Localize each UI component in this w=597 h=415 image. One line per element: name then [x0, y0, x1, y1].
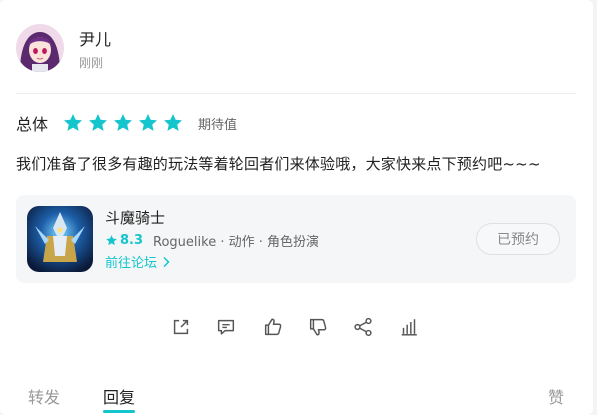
star-icon	[114, 114, 132, 131]
star-icon	[89, 114, 107, 131]
chevron-right-icon	[163, 256, 170, 267]
game-title[interactable]: 斗魔骑士	[105, 207, 165, 228]
game-meta: 8.3 Roguelike · 动作 · 角色扮演	[105, 231, 319, 250]
reserved-button[interactable]: 已预约	[476, 223, 560, 255]
star-icon	[164, 114, 182, 131]
tab-bar: 转发 回复 赞	[0, 381, 593, 415]
rating-row: 总体 期待值	[16, 111, 237, 135]
tab-like[interactable]: 赞	[548, 384, 564, 408]
divider	[16, 93, 576, 94]
forum-link-label: 前往论坛	[105, 256, 158, 271]
share-icon[interactable]	[170, 316, 192, 338]
rating-label: 总体	[16, 115, 49, 134]
game-tags: Roguelike · 动作 · 角色扮演	[153, 235, 320, 250]
star-icon	[64, 114, 82, 131]
rating-stars	[62, 112, 184, 134]
network-share-icon[interactable]	[352, 316, 374, 338]
forum-link[interactable]: 前往论坛	[105, 252, 171, 271]
game-card[interactable]: 斗魔骑士 8.3 Roguelike · 动作 · 角色扮演 前往论坛 已预约	[16, 195, 576, 283]
tab-repost[interactable]: 转发	[28, 384, 60, 408]
expect-label: 期待值	[198, 117, 238, 133]
comment-icon[interactable]	[215, 316, 237, 338]
tab-reply[interactable]: 回复	[103, 384, 135, 408]
thumbs-down-icon[interactable]	[307, 316, 329, 338]
post-time: 刚刚	[79, 56, 104, 70]
page-background	[593, 0, 597, 415]
game-icon[interactable]	[27, 206, 93, 272]
stats-icon[interactable]	[398, 316, 420, 338]
tab-active-indicator	[103, 410, 135, 413]
action-bar	[0, 316, 597, 340]
author-avatar[interactable]	[16, 24, 64, 72]
post-content: 我们准备了很多有趣的玩法等着轮回者们来体验哦，大家快来点下预约吧~~~	[16, 155, 541, 173]
author-name[interactable]: 尹儿	[79, 26, 111, 50]
post-card: 尹儿 刚刚 总体 期待值 我们准备了很多有趣的玩法等着轮回者们来体验哦，大家快来…	[0, 0, 593, 415]
game-score: 8.3	[120, 233, 144, 248]
star-icon	[106, 235, 117, 246]
thumbs-up-icon[interactable]	[262, 316, 284, 338]
star-icon	[139, 114, 157, 131]
